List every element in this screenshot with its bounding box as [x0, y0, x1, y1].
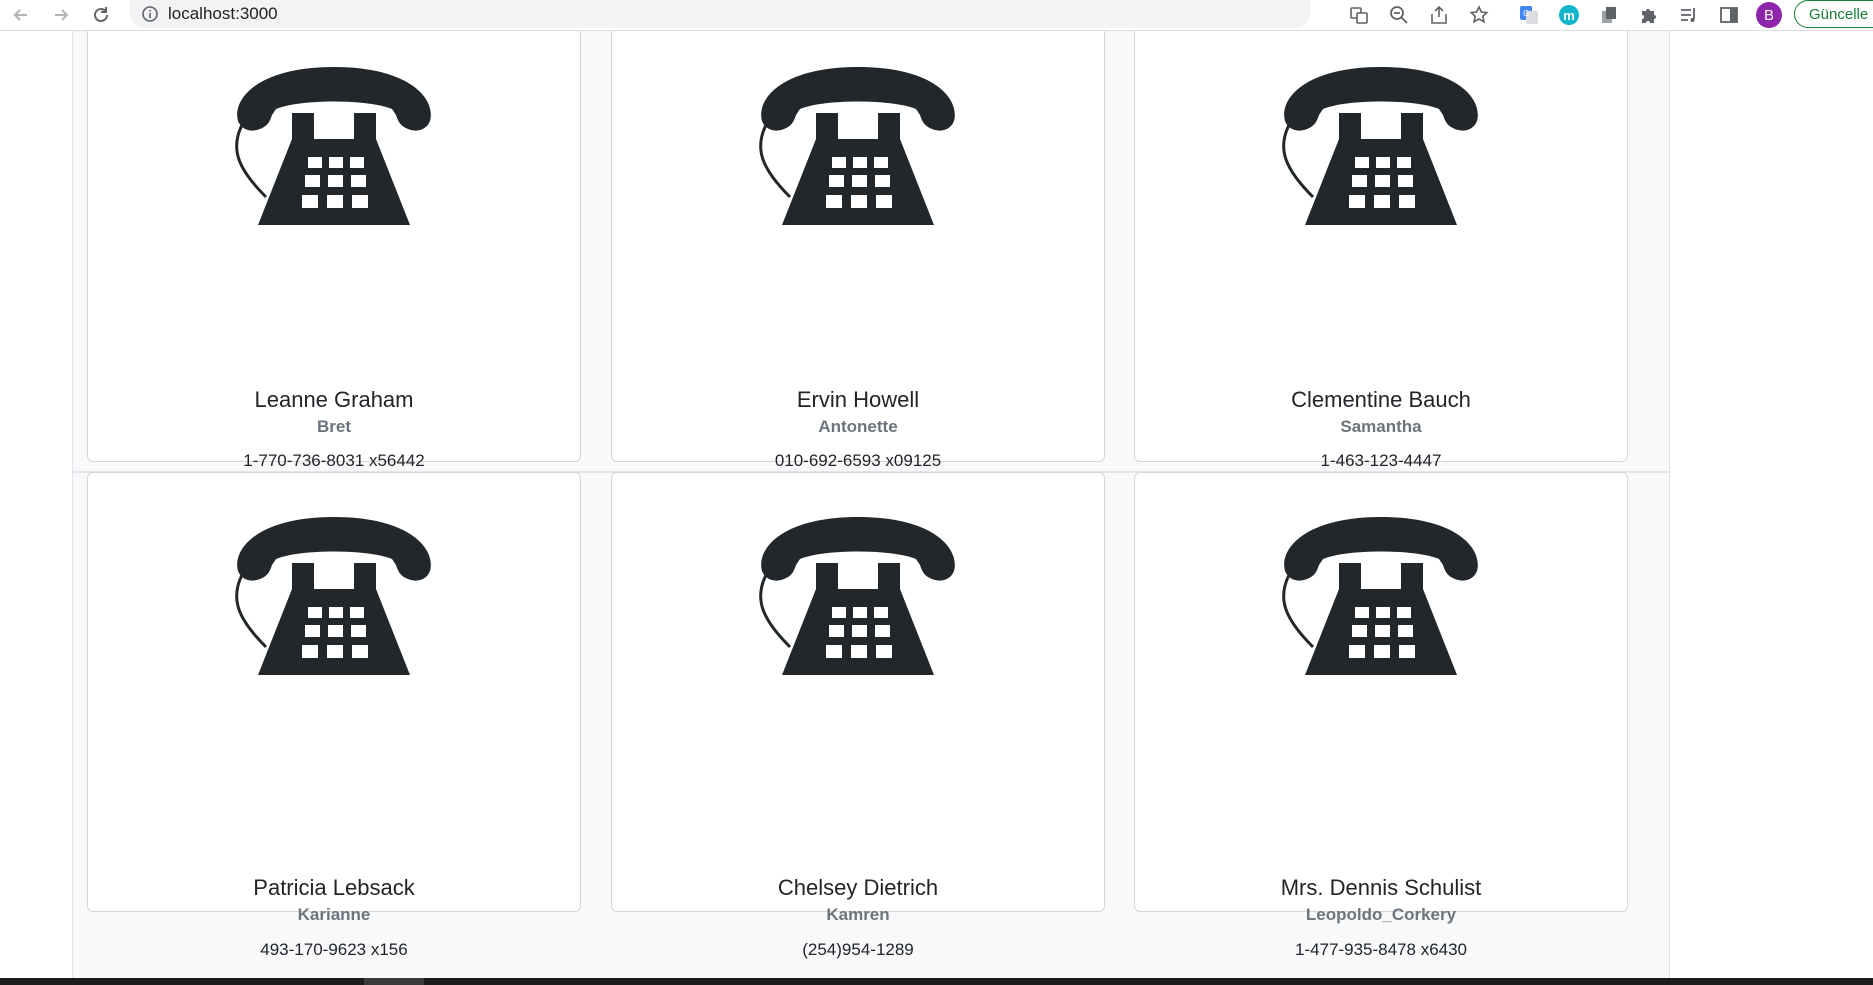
- share-icon: [1431, 5, 1447, 24]
- user-phone: (254)954-1289: [802, 940, 914, 959]
- forward-icon: [55, 9, 69, 21]
- reload-button[interactable]: [88, 2, 114, 28]
- user-name: Chelsey Dietrich: [777, 875, 939, 900]
- user-name: Ervin Howell: [796, 387, 920, 412]
- user-phone: 1-477-935-8478 x6430: [1294, 940, 1468, 959]
- user-card: Clementine Bauch Samantha 1-463-123-4447: [1134, 31, 1628, 470]
- side-panel-button[interactable]: [1716, 2, 1742, 28]
- info-icon: [142, 6, 158, 22]
- user-username: Bret: [316, 417, 351, 436]
- user-username: Leopoldo_Corkery: [1305, 905, 1457, 924]
- browser-toolbar: localhost:3000 G m B Güncelle: [0, 0, 1873, 31]
- extension-m-icon: m: [1559, 5, 1579, 25]
- copy-extension-button[interactable]: [1596, 2, 1622, 28]
- user-card: Chelsey Dietrich: [611, 472, 1105, 912]
- site-info-button[interactable]: [142, 6, 158, 22]
- user-phone: 493-170-9623 x156: [260, 940, 408, 959]
- os-taskbar: [0, 978, 1873, 985]
- star-icon: [1469, 5, 1489, 24]
- back-button[interactable]: [8, 2, 34, 28]
- telephone-icon: [1282, 515, 1480, 677]
- profile-button[interactable]: B: [1756, 2, 1782, 28]
- telephone-icon: [759, 65, 957, 227]
- avatar: B: [1756, 2, 1782, 28]
- user-username: Antonette: [818, 417, 898, 436]
- telephone-icon: [1282, 65, 1480, 227]
- reading-list-icon: [1681, 8, 1695, 22]
- zoom-out-icon: [1390, 6, 1408, 24]
- telephone-icon: [235, 515, 433, 677]
- update-button[interactable]: Güncelle: [1794, 0, 1873, 28]
- user-phone: 1-770-736-8031 x56442: [243, 451, 425, 470]
- user-username: Samantha: [1340, 417, 1422, 436]
- reading-list-button[interactable]: [1676, 2, 1702, 28]
- share-button[interactable]: [1426, 2, 1452, 28]
- puzzle-icon: [1642, 9, 1656, 23]
- address-bar[interactable]: localhost:3000: [130, 0, 1310, 28]
- google-translate-icon: G: [1520, 6, 1538, 24]
- user-username: Kamren: [826, 905, 890, 924]
- side-panel-icon: [1720, 7, 1738, 23]
- address-url[interactable]: localhost:3000: [168, 4, 278, 24]
- user-name: Leanne Graham: [254, 387, 414, 412]
- user-username: Karianne: [297, 905, 371, 924]
- user-name: Patricia Lebsack: [253, 875, 415, 900]
- user-phone: 010-692-6593 x09125: [774, 451, 942, 470]
- forward-button[interactable]: [48, 2, 74, 28]
- extensions-button[interactable]: [1636, 2, 1662, 28]
- user-phone: 1-463-123-4447: [1320, 451, 1442, 470]
- user-card: Mrs. Dennis Schulist: [1134, 472, 1628, 912]
- svg-text:G: G: [1523, 9, 1529, 18]
- reload-icon: [94, 7, 108, 22]
- zoom-out-button[interactable]: [1386, 2, 1412, 28]
- user-card: Patricia Lebsack: [87, 472, 581, 912]
- google-translate-extension[interactable]: G: [1516, 2, 1542, 28]
- telephone-icon: [235, 65, 433, 227]
- telephone-icon: [759, 515, 957, 677]
- bookmark-button[interactable]: [1466, 2, 1492, 28]
- copy-icon: [1602, 7, 1616, 23]
- translate-icon: [1350, 7, 1368, 24]
- translate-button[interactable]: [1346, 2, 1372, 28]
- page-content: Leanne Graham Bret 1-770-736-8031 x56442…: [0, 31, 1873, 978]
- back-icon: [13, 9, 27, 21]
- user-card: Ervin Howell Antonette 010-692-6593 x091…: [611, 31, 1105, 470]
- extension-m-button[interactable]: m: [1556, 2, 1582, 28]
- user-card: Leanne Graham Bret 1-770-736-8031 x56442: [87, 31, 581, 470]
- user-name: Clementine Bauch: [1291, 387, 1471, 412]
- user-name: Mrs. Dennis Schulist: [1280, 875, 1482, 900]
- taskbar-item[interactable]: [364, 978, 424, 985]
